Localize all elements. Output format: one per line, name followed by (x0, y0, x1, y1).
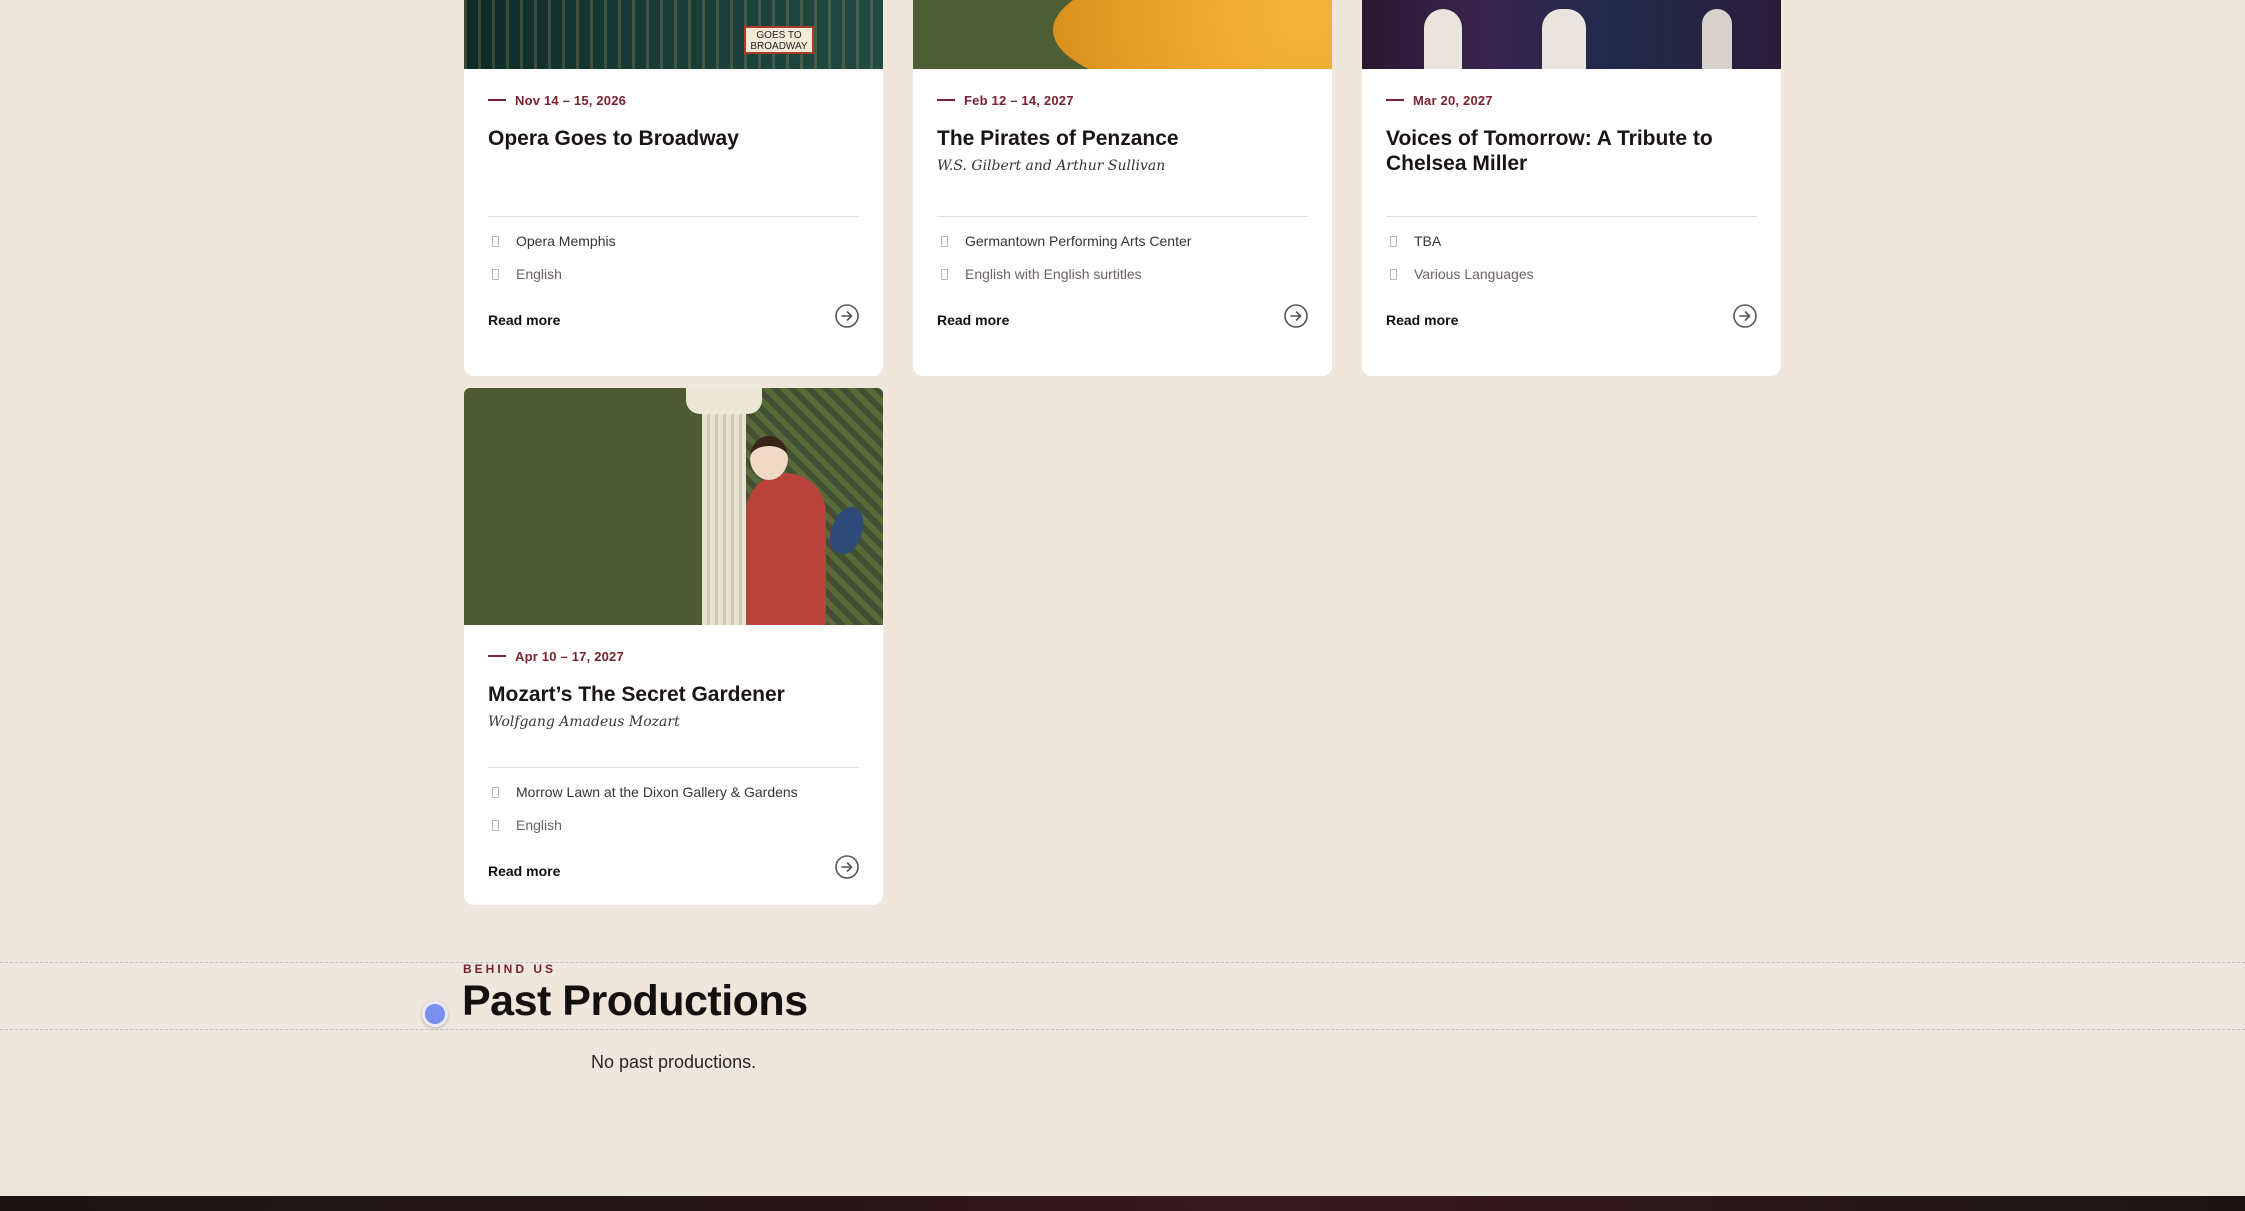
location-icon (1390, 236, 1397, 247)
venue-row: Opera Memphis (488, 233, 859, 249)
language-text: Various Languages (1414, 266, 1534, 282)
performer-figure (1424, 9, 1462, 69)
arrow-right-icon[interactable] (1284, 304, 1308, 328)
event-card[interactable]: Apr 10 – 17, 2027 Mozart’s The Secret Ga… (464, 388, 883, 905)
broadway-sign: GOES TO BROADWAY (744, 26, 814, 54)
venue-text: TBA (1414, 233, 1442, 249)
read-more-link[interactable]: Read more (488, 863, 560, 879)
language-text: English (516, 817, 562, 833)
event-title[interactable]: Mozart’s The Secret Gardener (488, 682, 859, 707)
arrow-right-icon[interactable] (1733, 304, 1757, 328)
event-date: Apr 10 – 17, 2027 (515, 648, 624, 664)
section-eyebrow: BEHIND US (463, 962, 557, 976)
event-image[interactable]: GOES TO BROADWAY (464, 0, 883, 69)
event-card[interactable]: Mar 20, 2027 Voices of Tomorrow: A Tribu… (1362, 0, 1781, 376)
card-divider (488, 767, 859, 768)
event-date: Nov 14 – 15, 2026 (515, 92, 627, 108)
event-date: Mar 20, 2027 (1413, 92, 1493, 108)
performer-figure (1702, 9, 1732, 69)
footer (0, 1196, 2245, 1211)
venue-text: Morrow Lawn at the Dixon Gallery & Garde… (516, 784, 798, 800)
event-card[interactable]: Feb 12 – 14, 2027 The Pirates of Penzanc… (913, 0, 1332, 376)
event-date: Feb 12 – 14, 2027 (964, 92, 1074, 108)
language-icon (492, 820, 499, 831)
location-icon (941, 236, 948, 247)
cursor-indicator (422, 1001, 448, 1027)
language-row: English with English surtitles (937, 266, 1308, 282)
language-text: English with English surtitles (965, 266, 1142, 282)
arrow-right-icon[interactable] (835, 304, 859, 328)
card-divider (937, 216, 1308, 217)
event-title[interactable]: The Pirates of Penzance (937, 126, 1308, 151)
language-row: Various Languages (1386, 266, 1757, 282)
venue-text: Opera Memphis (516, 233, 616, 249)
language-icon (1390, 269, 1397, 280)
section-guide-line (0, 962, 2245, 963)
event-subtitle: W.S. Gilbert and Arthur Sullivan (937, 158, 1166, 174)
venue-text: Germantown Performing Arts Center (965, 233, 1192, 249)
language-icon (941, 269, 948, 280)
event-subtitle: Wolfgang Amadeus Mozart (488, 714, 680, 730)
read-more-link[interactable]: Read more (937, 312, 1009, 328)
venue-row: Morrow Lawn at the Dixon Gallery & Garde… (488, 784, 859, 800)
section-guide-line (0, 1029, 2245, 1030)
card-divider (1386, 216, 1757, 217)
location-icon (492, 236, 499, 247)
event-image[interactable] (913, 0, 1332, 69)
language-row: English (488, 817, 859, 833)
event-title[interactable]: Voices of Tomorrow: A Tribute to Chelsea… (1386, 126, 1757, 176)
section-title: Past Productions (462, 977, 808, 1025)
read-more-link[interactable]: Read more (488, 312, 560, 328)
venue-row: Germantown Performing Arts Center (937, 233, 1308, 249)
performer-figure (1542, 9, 1586, 69)
event-image[interactable] (464, 388, 883, 625)
arrow-right-icon[interactable] (835, 855, 859, 879)
card-divider (488, 216, 859, 217)
read-more-link[interactable]: Read more (1386, 312, 1458, 328)
language-icon (492, 269, 499, 280)
empty-state-text: No past productions. (591, 1052, 757, 1072)
venue-row: TBA (1386, 233, 1757, 249)
column-illustration (702, 388, 746, 625)
event-title[interactable]: Opera Goes to Broadway (488, 126, 859, 151)
event-image[interactable] (1362, 0, 1781, 69)
location-icon (492, 787, 499, 798)
language-text: English (516, 266, 562, 282)
language-row: English (488, 266, 859, 282)
gold-coins-illustration (1053, 0, 1332, 69)
event-card[interactable]: GOES TO BROADWAY Nov 14 – 15, 2026 Opera… (464, 0, 883, 376)
gardener-figure (746, 473, 826, 625)
